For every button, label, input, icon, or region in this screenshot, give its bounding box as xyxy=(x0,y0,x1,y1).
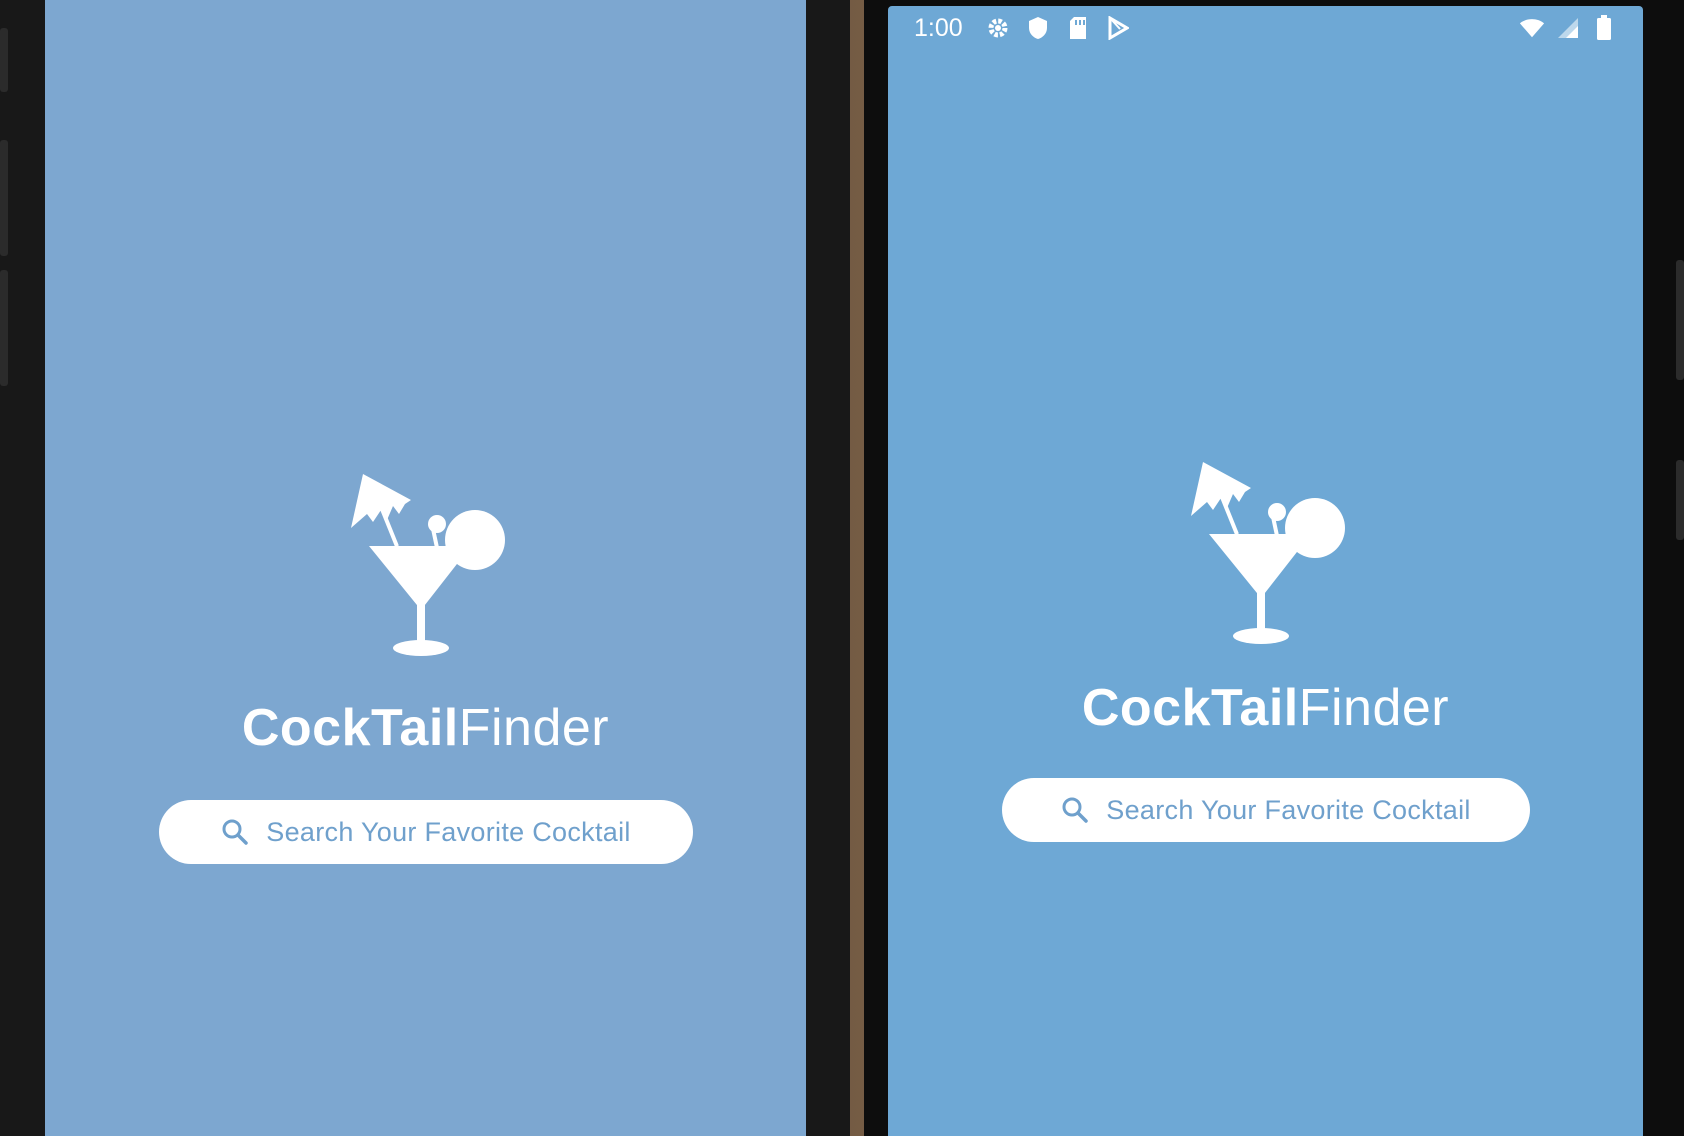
status-bar: 1:00 xyxy=(888,6,1643,50)
app-title: CockTailFinder xyxy=(242,698,609,758)
silent-switch xyxy=(0,28,8,92)
search-icon xyxy=(220,817,250,847)
cocktail-logo-icon xyxy=(350,474,505,656)
cell-signal-icon xyxy=(1555,15,1581,41)
search-icon xyxy=(1060,795,1090,825)
play-store-icon xyxy=(1105,15,1131,41)
search-field[interactable]: Search Your Favorite Cocktail xyxy=(158,800,693,864)
battery-icon xyxy=(1591,15,1617,41)
splash-content: CockTailFinder Search Your Favorite Cock… xyxy=(888,458,1643,842)
status-time: 1:00 xyxy=(914,13,963,42)
sd-card-icon xyxy=(1065,15,1091,41)
volume-down-button xyxy=(0,270,8,386)
volume-up-button xyxy=(0,140,8,256)
splash-content: CockTailFinder Search Your Favorite Cock… xyxy=(45,470,806,864)
search-placeholder: Search Your Favorite Cocktail xyxy=(1106,794,1471,825)
cocktail-logo-icon xyxy=(1190,462,1345,644)
right-phone-screen: 1:00 CockTailFinder Search Your Favorite… xyxy=(888,6,1643,1136)
search-placeholder: Search Your Favorite Cocktail xyxy=(266,816,631,847)
app-title: CockTailFinder xyxy=(1082,678,1449,738)
side-button xyxy=(1676,260,1684,380)
search-field[interactable]: Search Your Favorite Cocktail xyxy=(1001,778,1530,842)
app-title-bold: CockTail xyxy=(241,699,459,757)
wifi-icon xyxy=(1519,15,1545,41)
app-title-bold: CockTail xyxy=(1081,679,1299,737)
gear-icon xyxy=(985,15,1011,41)
left-phone-screen: CockTailFinder Search Your Favorite Cock… xyxy=(45,0,806,1136)
shield-icon xyxy=(1025,15,1051,41)
app-title-light: Finder xyxy=(458,699,610,757)
app-title-light: Finder xyxy=(1298,679,1450,737)
side-button-2 xyxy=(1676,460,1684,540)
